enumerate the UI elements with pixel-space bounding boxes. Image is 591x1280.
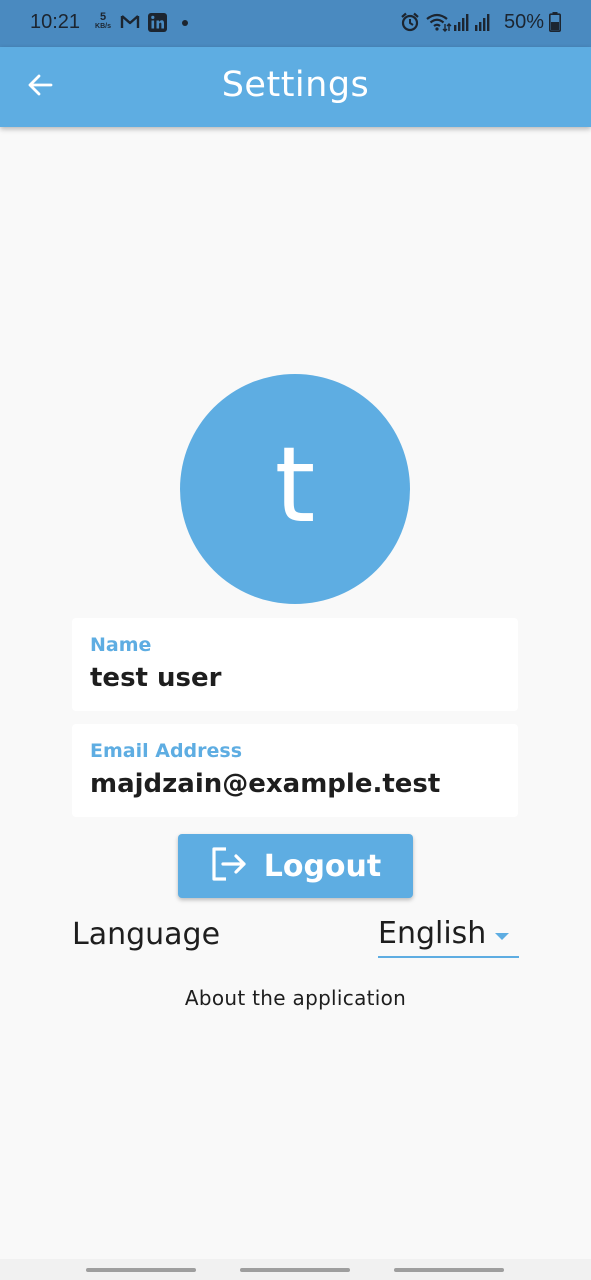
name-card: Name test user	[72, 618, 518, 711]
logout-icon	[210, 846, 248, 886]
email-card: Email Address majdzain@example.test	[72, 724, 518, 817]
name-value: test user	[90, 663, 222, 693]
language-label: Language	[72, 917, 221, 952]
email-label: Email Address	[90, 740, 243, 762]
wifi-icon	[426, 13, 452, 37]
about-link[interactable]: About the application	[0, 986, 591, 1010]
net-speed-unit: KB/s	[95, 23, 111, 30]
language-dropdown[interactable]: English	[378, 914, 519, 958]
alarm-icon	[400, 12, 420, 36]
dropdown-arrow-icon	[495, 933, 509, 940]
linkedin-icon	[148, 13, 167, 36]
logout-button[interactable]: Logout	[178, 834, 413, 898]
status-bar: 10:21 5 KB/s 50%	[0, 0, 591, 47]
net-speed-value: 5	[99, 11, 107, 23]
nav-back-button[interactable]	[394, 1268, 504, 1272]
avatar: t	[180, 374, 410, 604]
nav-recents-button[interactable]	[86, 1268, 196, 1272]
notification-dot-icon	[182, 20, 188, 26]
nav-home-button[interactable]	[240, 1268, 350, 1272]
battery-icon	[549, 12, 561, 36]
page-title: Settings	[221, 65, 370, 105]
battery-percent: 50%	[504, 11, 545, 33]
email-value: majdzain@example.test	[90, 769, 441, 799]
navigation-bar	[0, 1259, 591, 1280]
status-time: 10:21	[30, 11, 81, 33]
gmail-icon	[120, 13, 140, 35]
logout-label: Logout	[263, 848, 382, 884]
language-selected: English	[378, 916, 487, 951]
name-label: Name	[90, 634, 152, 656]
app-bar: Settings	[0, 47, 591, 127]
signal-icon	[453, 13, 493, 35]
net-speed-indicator: 5 KB/s	[92, 11, 114, 31]
